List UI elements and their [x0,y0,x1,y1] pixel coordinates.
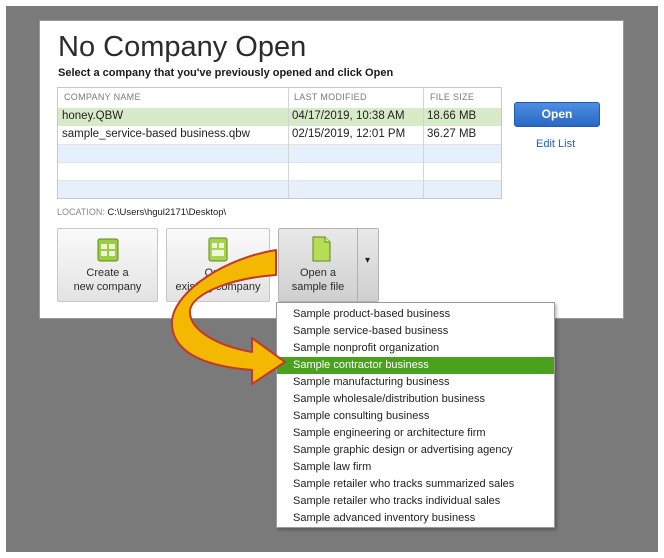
page-title: No Company Open [58,31,307,63]
menu-item-sample-wholesale-distribution-business[interactable]: Sample wholesale/distribution business [277,391,554,408]
create-new-company-button[interactable]: Create a new company [57,228,158,302]
create-new-company-label: Create a new company [58,266,157,294]
no-company-open-dialog: No Company Open Select a company that yo… [39,20,624,319]
menu-item-sample-engineering-or-architecture-firm[interactable]: Sample engineering or architecture firm [277,425,554,442]
company-table: COMPANY NAME LAST MODIFIED FILE SIZE hon… [57,87,502,199]
row-divider [58,144,501,145]
button-label-line: Open [204,267,232,279]
chevron-down-icon[interactable]: ▾ [365,255,370,266]
menu-item-sample-contractor-business[interactable]: Sample contractor business [277,357,554,374]
menu-item-sample-advanced-inventory-business[interactable]: Sample advanced inventory business [277,510,554,527]
file-size-cell: 18.66 MB [427,110,477,122]
row-divider [58,162,501,163]
menu-item-sample-manufacturing-business[interactable]: Sample manufacturing business [277,374,554,391]
new-company-icon [97,238,118,262]
column-divider [423,88,424,198]
sample-file-icon [312,236,330,262]
open-existing-company-label: Open existing company [167,266,269,294]
menu-item-sample-law-firm[interactable]: Sample law firm [277,459,554,476]
open-existing-company-button[interactable]: Open existing company [166,228,270,302]
file-size-cell: 36.27 MB [427,128,477,140]
existing-company-icon [208,237,228,262]
table-row[interactable] [58,162,501,180]
menu-item-sample-service-based-business[interactable]: Sample service-based business [277,323,554,340]
table-row[interactable] [58,180,501,198]
column-header-file-size[interactable]: FILE SIZE [430,92,474,102]
button-label-line: Create a [86,267,129,279]
table-row[interactable] [58,144,501,162]
table-header: COMPANY NAME LAST MODIFIED FILE SIZE [58,88,501,108]
column-divider [288,88,289,198]
open-sample-file-label: Open a sample file [279,266,357,294]
split-button-divider [357,229,358,301]
page-subtitle: Select a company that you've previously … [58,67,394,79]
location-label: LOCATION: [57,207,105,217]
table-row[interactable]: sample_service-based business.qbw 02/15/… [58,126,501,144]
menu-item-sample-consulting-business[interactable]: Sample consulting business [277,408,554,425]
open-button[interactable]: Open [514,102,600,127]
menu-item-sample-nonprofit-organization[interactable]: Sample nonprofit organization [277,340,554,357]
last-modified-cell: 02/15/2019, 12:01 PM [292,128,406,140]
company-name-cell: honey.QBW [62,110,124,122]
last-modified-cell: 04/17/2019, 10:38 AM [292,110,405,122]
sample-file-dropdown-menu: Sample product-based business Sample serv… [276,302,555,528]
edit-list-link[interactable]: Edit List [536,138,575,150]
menu-item-sample-retailer-who-tracks-summarized-sales[interactable]: Sample retailer who tracks summarized sa… [277,476,554,493]
menu-item-sample-product-based-business[interactable]: Sample product-based business [277,306,554,323]
button-label-line: sample file [291,281,345,293]
button-label-line: Open a [299,267,337,279]
table-row[interactable]: honey.QBW 04/17/2019, 10:38 AM 18.66 MB [58,108,501,126]
column-header-company-name[interactable]: COMPANY NAME [64,92,141,102]
menu-item-sample-graphic-design-or-advertising-agency[interactable]: Sample graphic design or advertising age… [277,442,554,459]
button-label-line: existing company [175,281,261,293]
company-name-cell: sample_service-based business.qbw [62,128,250,140]
menu-item-sample-retailer-who-tracks-individual-sales[interactable]: Sample retailer who tracks individual sa… [277,493,554,510]
button-label-line: new company [73,281,142,293]
column-header-last-modified[interactable]: LAST MODIFIED [294,92,367,102]
location-bar: LOCATION: C:\Users\hgul2171\Desktop\ [57,207,226,218]
location-path: C:\Users\hgul2171\Desktop\ [107,207,227,218]
row-divider [58,180,501,181]
open-sample-file-button[interactable]: Open a sample file ▾ [278,228,379,302]
